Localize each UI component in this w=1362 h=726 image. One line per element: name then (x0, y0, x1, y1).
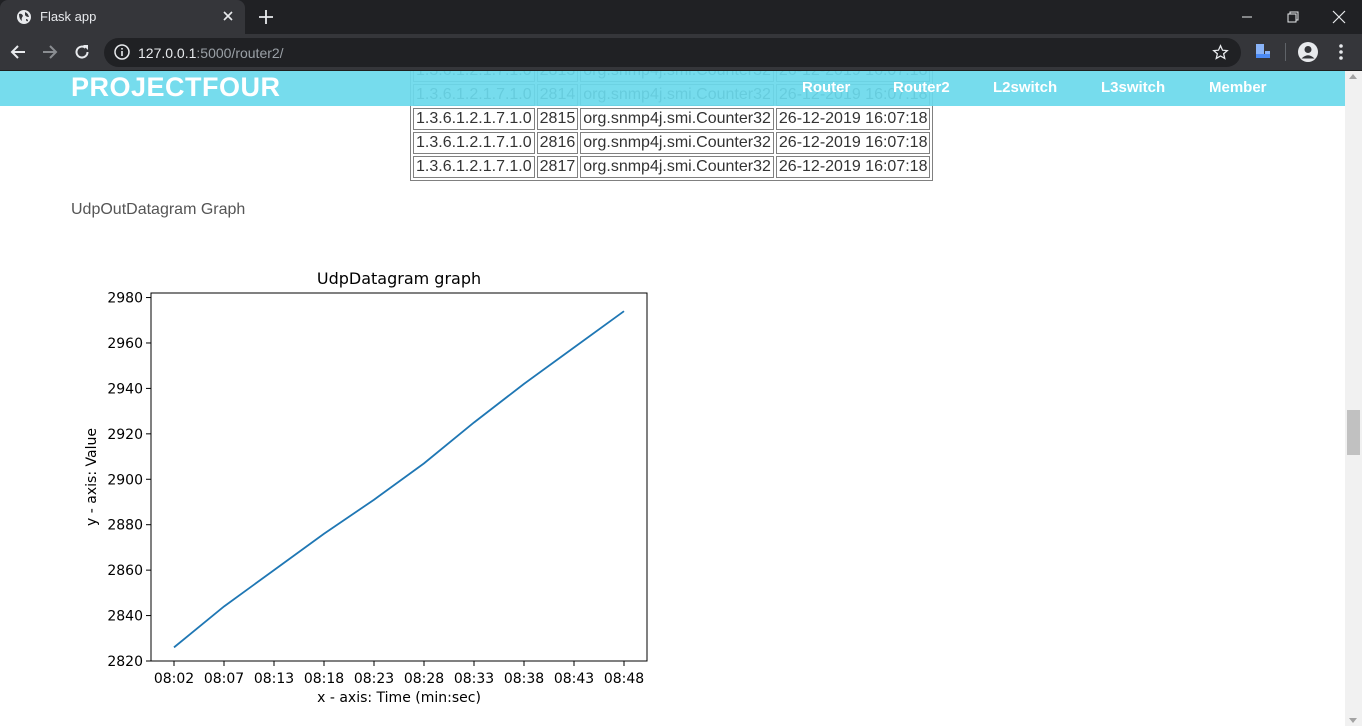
x-tick-label: 08:07 (204, 671, 244, 687)
scroll-thumb[interactable] (1347, 410, 1360, 455)
site-brand[interactable]: PROJECTFOUR (71, 72, 281, 103)
url-text[interactable]: 127.0.0.1:5000/router2/ (138, 45, 284, 61)
arrow-left-icon (10, 45, 25, 59)
minimize-button[interactable] (1224, 0, 1270, 34)
toolbar-separator (1285, 43, 1286, 61)
nav-link-router[interactable]: Router (802, 79, 850, 96)
x-tick-label: 08:28 (404, 671, 444, 687)
x-tick-label: 08:38 (504, 671, 544, 687)
close-window-button[interactable] (1316, 0, 1362, 34)
y-tick-label: 2840 (107, 609, 143, 625)
y-tick-label: 2820 (107, 654, 143, 670)
reload-button[interactable] (70, 40, 94, 64)
bookmark-star-icon[interactable] (1212, 44, 1229, 61)
browser-toolbar: 127.0.0.1:5000/router2/ (0, 34, 1362, 71)
reload-icon (75, 45, 89, 59)
table-cell: 1.3.6.1.2.1.7.1.0 (413, 108, 535, 130)
minimize-icon (1242, 16, 1252, 18)
table-cell: org.snmp4j.smi.Counter32 (580, 156, 774, 178)
y-axis-label: y - axis: Value (84, 428, 100, 526)
table-cell: org.snmp4j.smi.Counter32 (580, 132, 774, 154)
x-tick-label: 08:33 (454, 671, 494, 687)
table-cell: 1.3.6.1.2.1.7.1.0 (413, 156, 535, 178)
nav-link-router2[interactable]: Router2 (893, 79, 950, 96)
y-tick-label: 2940 (107, 381, 143, 397)
globe-icon (17, 10, 31, 24)
extension-icon[interactable] (1254, 42, 1272, 60)
table-cell: 2816 (536, 132, 579, 154)
page-viewport: 1.3.6.1.2.1.7.1.02813org.snmp4j.smi.Coun… (0, 71, 1362, 726)
restore-icon (1287, 11, 1299, 23)
x-tick-label: 08:18 (304, 671, 344, 687)
y-tick-label: 2860 (107, 563, 143, 579)
udp-datagram-chart: UdpDatagram graph 2820 2840 2860 2880 2900 292… (84, 269, 648, 706)
close-tab-icon[interactable] (220, 8, 236, 24)
x-tick-label: 08:02 (154, 671, 194, 687)
nav-link-member[interactable]: Member (1209, 79, 1267, 96)
forward-button[interactable] (38, 40, 62, 64)
restore-button[interactable] (1270, 0, 1316, 34)
table-cell: 26-12-2019 16:07:18 (775, 132, 931, 154)
y-tick-label: 2880 (107, 518, 143, 534)
y-tick-label: 2980 (107, 291, 143, 307)
site-navbar: PROJECTFOUR Router Router2 L2switch L3sw… (0, 71, 1345, 106)
table-cell: 2815 (536, 108, 579, 130)
y-tick-label: 2920 (107, 427, 143, 443)
scroll-up-arrow-icon[interactable] (1349, 74, 1357, 79)
close-icon (1332, 10, 1346, 24)
x-tick-label: 08:48 (604, 671, 644, 687)
x-tick-label: 08:23 (354, 671, 394, 687)
tab-strip: Flask app (0, 0, 1362, 34)
y-tick-label: 2900 (107, 472, 143, 488)
scroll-down-arrow-icon[interactable] (1349, 718, 1357, 723)
table-row: 1.3.6.1.2.1.7.1.0 2815 org.snmp4j.smi.Coun… (413, 108, 931, 130)
browser-tab[interactable]: Flask app (0, 0, 245, 34)
table-cell: org.snmp4j.smi.Counter32 (580, 108, 774, 130)
x-tick-label: 08:43 (554, 671, 594, 687)
table-cell: 26-12-2019 16:07:18 (775, 156, 931, 178)
tab-title: Flask app (40, 9, 97, 24)
table-cell: 26-12-2019 16:07:18 (775, 108, 931, 130)
info-icon[interactable] (114, 44, 130, 60)
table-cell: 1.3.6.1.2.1.7.1.0 (413, 132, 535, 154)
page-scrollbar[interactable] (1345, 71, 1362, 726)
more-menu-icon[interactable] (1332, 42, 1350, 62)
nav-link-l3switch[interactable]: L3switch (1101, 79, 1165, 96)
y-tick-label: 2960 (107, 336, 143, 352)
graph-section-title: UdpOutDatagram Graph (71, 201, 246, 218)
new-tab-icon[interactable] (256, 7, 276, 27)
x-tick-label: 08:13 (254, 671, 294, 687)
table-cell: 2817 (536, 156, 579, 178)
profile-avatar-icon[interactable] (1297, 41, 1319, 63)
address-bar[interactable]: 127.0.0.1:5000/router2/ (104, 38, 1241, 67)
x-axis-label: x - axis: Time (min:sec) (317, 690, 481, 706)
chart-title: UdpDatagram graph (317, 269, 481, 288)
arrow-right-icon (43, 45, 58, 59)
back-button[interactable] (6, 40, 30, 64)
table-row: 1.3.6.1.2.1.7.1.0 2816 org.snmp4j.smi.Coun… (413, 132, 931, 154)
table-row: 1.3.6.1.2.1.7.1.0 2817 org.snmp4j.smi.Coun… (413, 156, 931, 178)
nav-link-l2switch[interactable]: L2switch (993, 79, 1057, 96)
